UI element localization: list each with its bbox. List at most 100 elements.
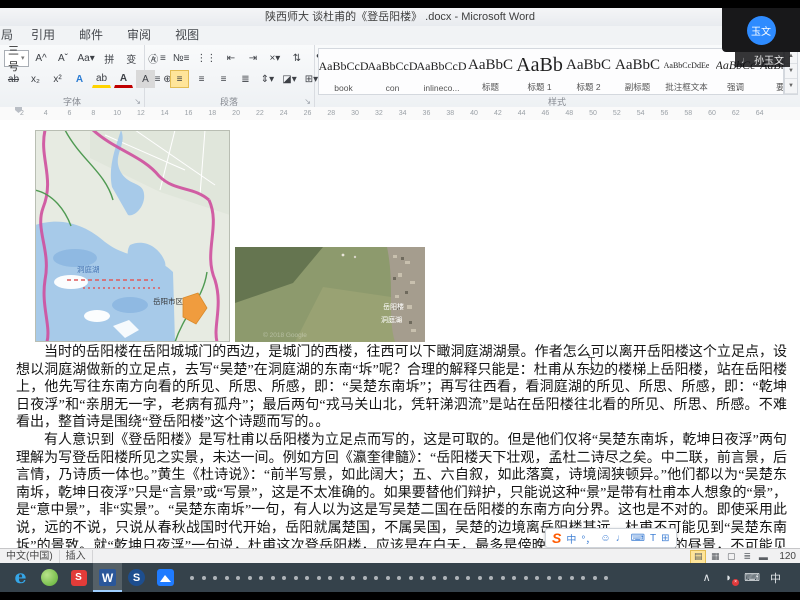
taskbar-sogou-browser[interactable]: S — [122, 563, 151, 592]
zoom-level[interactable]: 120 — [779, 551, 796, 562]
superscript[interactable]: x² — [48, 70, 67, 88]
style-inlinecode[interactable]: AaBbCcD inlineco... — [417, 49, 466, 94]
microphone-icon: ♩ — [741, 55, 750, 65]
window-title-bar[interactable]: 陕西师大 谈杜甫的《登岳阳楼》 .docx - Microsoft Word — [0, 8, 800, 27]
font-color[interactable]: A — [114, 71, 133, 88]
tray-keyboard[interactable]: ⌨ — [744, 571, 760, 584]
ruler-number: 30 — [343, 110, 367, 117]
map-label-lake: 洞庭湖 — [77, 264, 100, 274]
ribbon-tab-strip: 局引用邮件审阅视图 — [0, 26, 800, 45]
style-heading1[interactable]: AaBb 标题 1 — [515, 49, 564, 94]
char-scale[interactable]: 变 — [122, 49, 141, 67]
toolbox[interactable]: ⊞ — [661, 533, 669, 544]
grow-font[interactable]: A^ — [32, 49, 51, 67]
distribute[interactable]: ≣ — [236, 70, 255, 88]
view-draft[interactable]: ▬ — [756, 551, 770, 563]
ruler-number: 10 — [105, 110, 129, 117]
map-label-city: 岳阳市区 — [153, 296, 183, 306]
style-subtitle[interactable]: AaBbC 副标题 — [613, 49, 662, 94]
document-paragraph-1[interactable]: 当时的岳阳楼在岳阳城城门的西边，是城门的西楼，往西可以下瞰洞庭湖湖景。作者怎么可… — [16, 344, 787, 432]
punctuation-mode[interactable]: °， — [581, 531, 595, 546]
increase-indent[interactable]: ⇥ — [243, 49, 262, 67]
view-outline[interactable]: ≣ — [740, 551, 754, 563]
style-heading2[interactable]: AaBbC 标题 2 — [564, 49, 613, 94]
ruler-number: 36 — [415, 110, 439, 117]
multilevel-list[interactable]: ⋮⋮ — [194, 49, 218, 67]
ruler-number: 62 — [724, 110, 748, 117]
status-bar: 中文(中国) 插入 ▤▦▢≣▬ 120 — [0, 548, 800, 564]
map-image-yueyang[interactable]: 岳阳市区 洞庭湖 — [35, 130, 230, 342]
shrink-font[interactable]: Aˇ — [54, 49, 73, 67]
view-fullscreen-reading[interactable]: ▦ — [708, 551, 722, 563]
ruler-number: 60 — [700, 110, 724, 117]
ibeam-cursor — [588, 357, 595, 370]
document-canvas[interactable]: 岳阳市区 洞庭湖 岳阳楼 洞庭湖 © 2 — [0, 120, 800, 548]
ribbon: 三号 ▾ A^AˇAa▾拼变Ⓐ abx₂x²AabAA⊕ 字体 ↘ ⋮≡№≡⋮⋮… — [0, 45, 800, 108]
numbering[interactable]: №≡ — [171, 49, 192, 67]
align-right[interactable]: ≡ — [192, 70, 211, 88]
change-case[interactable]: Aa▾ — [76, 49, 97, 67]
align-center[interactable]: ≡ — [170, 70, 189, 88]
line-spacing[interactable]: ⇕▾ — [258, 70, 277, 88]
ruler-number: 40 — [462, 110, 486, 117]
shading[interactable]: ◪▾ — [280, 70, 299, 88]
ruler-number: 14 — [153, 110, 177, 117]
taskbar-sogou-input[interactable]: S — [64, 563, 93, 592]
justify[interactable]: ≡ — [214, 70, 233, 88]
gallery-scroll-button[interactable]: ▼ — [785, 79, 797, 94]
ime-mode-chinese[interactable]: 中 — [566, 531, 576, 546]
taskbar-dots — [190, 576, 608, 580]
bullets[interactable]: ⋮≡ — [148, 49, 168, 67]
voice-input[interactable]: ♩ — [616, 533, 626, 544]
skin-center[interactable]: T — [650, 533, 656, 544]
ribbon-tab[interactable]: 邮件 — [67, 26, 115, 45]
ribbon-tab[interactable]: 引用 — [19, 26, 67, 45]
satellite-image-dongting[interactable]: 岳阳楼 洞庭湖 © 2018 Google — [235, 247, 425, 342]
text-effects[interactable]: A — [70, 70, 89, 88]
sogou-logo-icon[interactable]: S — [552, 530, 561, 546]
soft-keyboard[interactable]: ⌨ — [631, 533, 645, 544]
font-dialog-launcher-icon[interactable]: ↘ — [134, 97, 141, 106]
satellite-label-lake: 洞庭湖 — [381, 315, 402, 324]
sogou-ime-toolbar[interactable]: S 中 °， ☺ ♩ ⌨ T ⊞ — [545, 528, 677, 548]
style-title[interactable]: AaBbC 标题 — [466, 49, 515, 94]
style-book[interactable]: AaBbCcD book — [319, 49, 368, 94]
style-balloon-text[interactable]: AaBbCcDdEe 批注框文本 — [662, 49, 711, 94]
strikethrough[interactable]: ab — [4, 70, 23, 88]
document-text[interactable]: 当时的岳阳楼在岳阳城城门的西边，是城门的西楼，往西可以下瞰洞庭湖湖景。作者怎么可… — [16, 344, 787, 548]
view-web-layout[interactable]: ▢ — [724, 551, 738, 563]
align-left[interactable]: ≡ — [148, 70, 167, 88]
styles-group-label: 样式 — [314, 95, 800, 107]
subscript[interactable]: x₂ — [26, 70, 45, 88]
ribbon-tab[interactable]: 审阅 — [115, 26, 163, 45]
status-insert-mode[interactable]: 插入 — [60, 550, 93, 564]
ruler-number: 6 — [58, 110, 82, 117]
emoji-panel[interactable]: ☺ — [600, 533, 610, 544]
text-highlight[interactable]: ab — [92, 71, 111, 88]
decrease-indent[interactable]: ⇤ — [221, 49, 240, 67]
font-size-select[interactable]: 三号 ▾ — [4, 50, 29, 67]
ruler-number: 56 — [653, 110, 677, 117]
style-con[interactable]: AaBbCcD con — [368, 49, 417, 94]
ruler-number: 48 — [557, 110, 581, 117]
taskbar-edge[interactable]: e — [6, 563, 35, 592]
view-print-layout[interactable]: ▤ — [690, 550, 706, 564]
tray-expand[interactable]: ∧ — [700, 571, 713, 584]
ribbon-tab[interactable]: 视图 — [163, 26, 211, 45]
font-group-label: 字体 — [0, 95, 144, 107]
avatar: 玉文 — [747, 16, 776, 45]
ruler-number: 64 — [748, 110, 772, 117]
asian-layout[interactable]: ×▾ — [265, 49, 284, 67]
ruler-number: 54 — [629, 110, 653, 117]
tray-meeting-badge[interactable]: ◗× — [722, 572, 735, 584]
taskbar-word[interactable]: W — [93, 563, 122, 592]
meeting-video-tile[interactable]: 玉文 — [722, 8, 800, 52]
tray-ime-chinese[interactable]: 中 — [769, 570, 782, 586]
phonetic-guide[interactable]: 拼 — [100, 49, 119, 67]
horizontal-ruler[interactable]: 2468101214161820222426283032343638404244… — [0, 107, 800, 121]
status-language[interactable]: 中文(中国) — [0, 550, 60, 564]
taskbar-360-browser[interactable] — [35, 563, 64, 592]
taskbar-tencent-meeting[interactable] — [151, 563, 180, 592]
sort[interactable]: ⇅ — [287, 49, 306, 67]
paragraph-dialog-launcher-icon[interactable]: ↘ — [304, 97, 311, 106]
